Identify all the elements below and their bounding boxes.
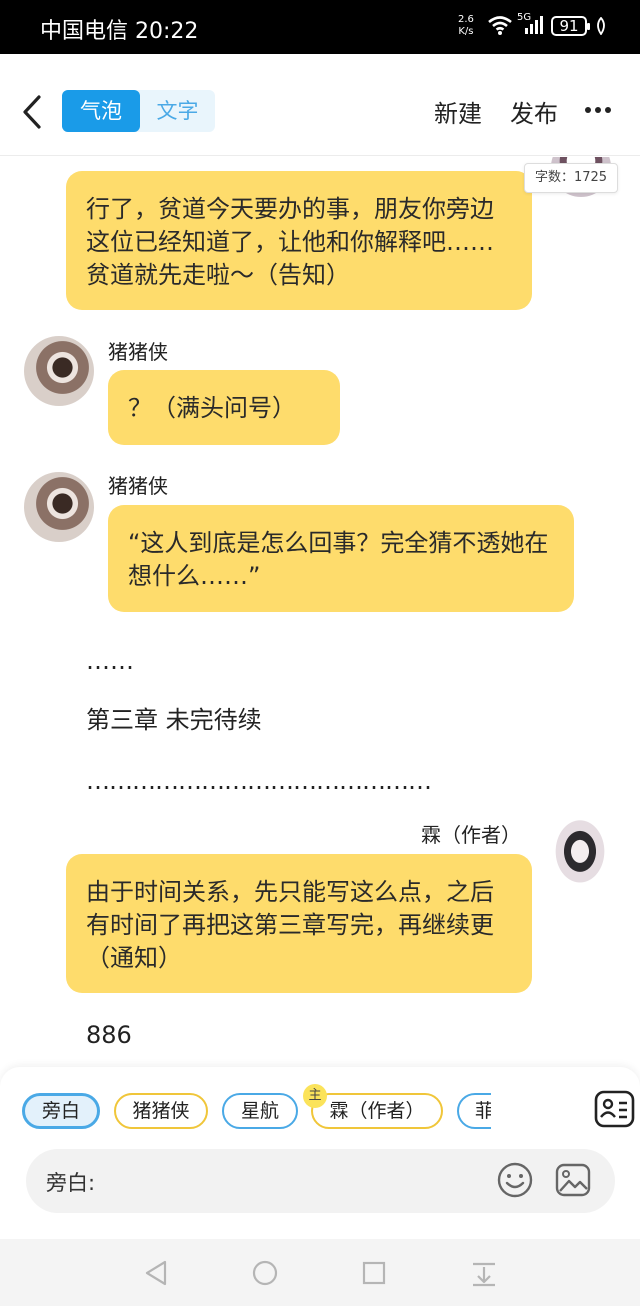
mode-bubble-tab[interactable]: 气泡 xyxy=(62,90,140,132)
message-input[interactable]: 旁白: xyxy=(26,1149,615,1213)
narration-dots[interactable]: ……………………………………… xyxy=(86,767,432,795)
status-bar: 中国电信 20:22 2.6 K/s 5G 91 xyxy=(0,0,640,54)
avatar[interactable] xyxy=(24,336,94,406)
emoji-icon[interactable] xyxy=(496,1161,534,1199)
avatar[interactable] xyxy=(24,472,94,542)
message-bubble[interactable]: 由于时间关系，先只能写这么点，之后有时间了再把这第三章写完，再继续更（通知） xyxy=(66,854,532,993)
system-nav-bar xyxy=(0,1239,640,1306)
message-bubble[interactable]: 行了，贫道今天要办的事，朋友你旁边这位已经知道了，让他和你解释吧……贫道就先走啦… xyxy=(66,171,532,310)
nav-back-icon[interactable] xyxy=(141,1258,171,1288)
sender-name: 猪猪侠 xyxy=(108,474,168,498)
role-chip-narrator[interactable]: 旁白 xyxy=(22,1093,100,1129)
network-speed: 2.6 K/s xyxy=(458,14,474,37)
role-chip[interactable]: 星航 xyxy=(222,1093,298,1129)
leaf-icon xyxy=(597,17,605,35)
role-chip[interactable]: 菲 xyxy=(457,1093,491,1129)
back-icon[interactable] xyxy=(18,94,48,130)
status-carrier-time: 中国电信 20:22 xyxy=(40,19,199,44)
sender-name: 霖（作者） xyxy=(421,823,521,847)
nav-home-icon[interactable] xyxy=(250,1258,280,1288)
role-chip[interactable]: 猪猪侠 xyxy=(114,1093,208,1129)
role-chip[interactable]: 霖（作者） xyxy=(311,1093,443,1129)
wifi-icon xyxy=(488,16,512,35)
mode-toggle: 气泡 文字 xyxy=(62,90,215,132)
image-icon[interactable] xyxy=(554,1161,592,1199)
publish-button[interactable]: 发布 xyxy=(510,94,558,129)
message-bubble[interactable]: ？（满头问号） xyxy=(108,370,340,445)
main-role-badge: 主 xyxy=(303,1084,327,1108)
new-button[interactable]: 新建 xyxy=(434,94,482,129)
message-bubble[interactable]: “这人到底是怎么回事？完全猜不透她在想什么……” xyxy=(108,505,574,612)
roles-list-icon[interactable] xyxy=(594,1089,636,1129)
narration-closing[interactable]: 886 xyxy=(86,1021,132,1049)
word-count-badge: 字数：1725 xyxy=(524,163,618,193)
nav-menu-icon[interactable] xyxy=(469,1258,499,1288)
composer-panel: 旁白 猪猪侠 星航 霖（作者） 主 菲 旁白: xyxy=(0,1067,640,1239)
more-icon[interactable] xyxy=(584,106,612,114)
narration-chapter[interactable]: 第三章 未完待续 xyxy=(86,700,262,735)
chat-area[interactable]: 行了，贫道今天要办的事，朋友你旁边这位已经知道了，让他和你解释吧……贫道就先走啦… xyxy=(0,157,640,1067)
editor-header: 气泡 文字 新建 发布 xyxy=(0,54,640,156)
role-chip-clip: 菲 xyxy=(457,1093,491,1129)
nav-recents-icon[interactable] xyxy=(359,1258,389,1288)
battery-icon: 91 xyxy=(551,16,590,36)
network-type: 5G xyxy=(517,12,532,23)
input-role-label: 旁白: xyxy=(46,1171,96,1195)
mode-text-tab[interactable]: 文字 xyxy=(140,90,215,132)
narration-ellipsis[interactable]: …… xyxy=(86,647,134,675)
author-avatar[interactable] xyxy=(549,819,611,891)
sender-name: 猪猪侠 xyxy=(108,340,168,364)
